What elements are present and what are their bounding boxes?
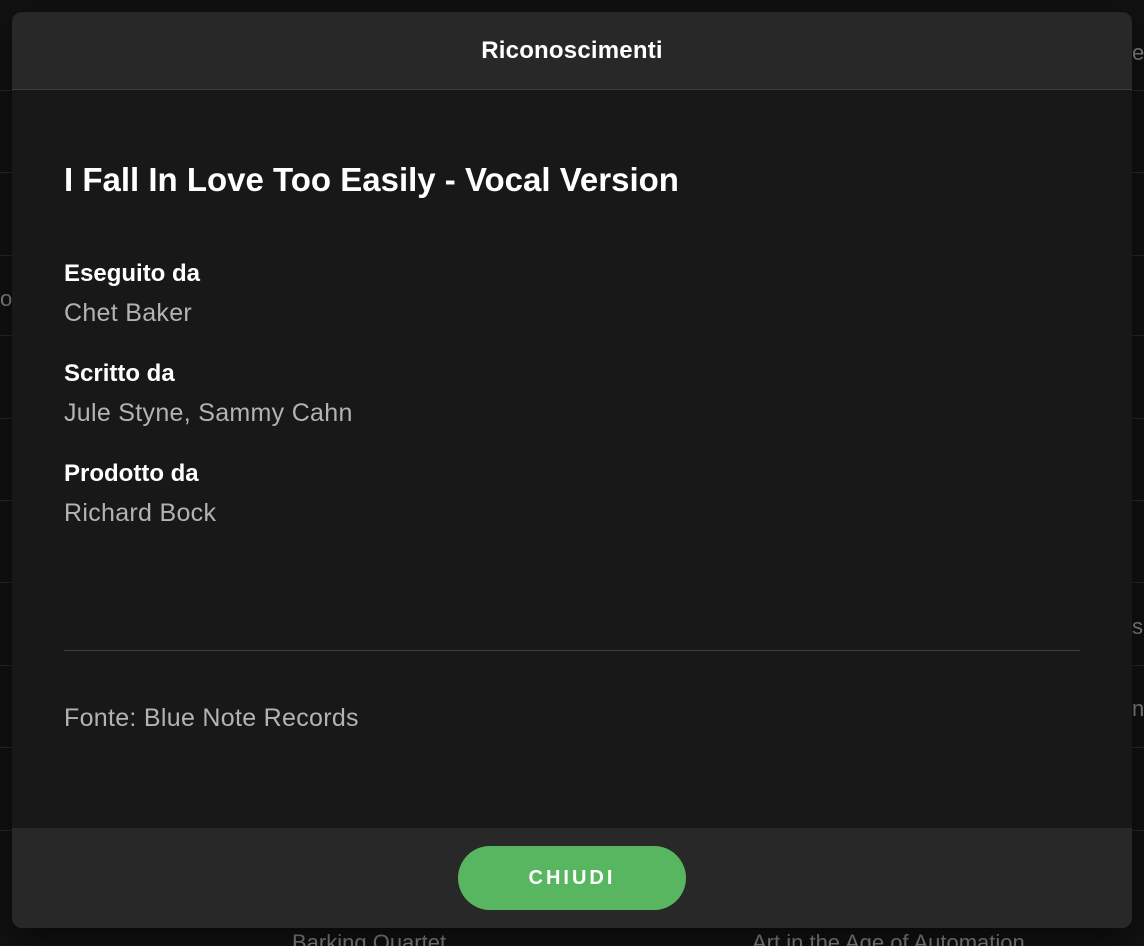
- credit-names: Richard Bock: [64, 499, 217, 527]
- dialog-header: Riconoscimenti: [12, 12, 1132, 90]
- dialog-footer: CHIUDI: [12, 828, 1132, 928]
- section-divider: [64, 650, 1080, 651]
- close-button[interactable]: CHIUDI: [458, 846, 686, 910]
- track-title: I Fall In Love Too Easily - Vocal Versio…: [64, 161, 679, 198]
- credit-group-performed-by: Eseguito da Chet Baker: [64, 260, 1080, 328]
- credits-list: Eseguito da Chet Baker Scritto da Jule S…: [64, 260, 1080, 528]
- background-text-fragment: Barking Quartet: [292, 930, 447, 946]
- credit-names: Chet Baker: [64, 299, 193, 327]
- credit-group-written-by: Scritto da Jule Styne, Sammy Cahn: [64, 360, 1080, 428]
- credits-dialog: Riconoscimenti I Fall In Love Too Easily…: [12, 12, 1132, 928]
- dialog-title: Riconoscimenti: [481, 36, 663, 64]
- credit-names: Jule Styne, Sammy Cahn: [64, 399, 353, 427]
- background-text-fragment: Art in the Age of Automation: [752, 930, 1025, 946]
- credit-group-produced-by: Prodotto da Richard Bock: [64, 460, 1080, 528]
- background-text-fragment: e: [1132, 40, 1144, 65]
- credit-role: Scritto da: [64, 360, 175, 387]
- source-label: Fonte: Blue Note Records: [64, 704, 359, 732]
- background-text-fragment: s: [1132, 614, 1143, 639]
- dialog-body: I Fall In Love Too Easily - Vocal Versio…: [12, 160, 1132, 528]
- credit-role: Prodotto da: [64, 460, 199, 487]
- background-text-fragment: n: [1132, 696, 1144, 721]
- background-text-fragment: o: [0, 286, 13, 311]
- credit-role: Eseguito da: [64, 260, 201, 287]
